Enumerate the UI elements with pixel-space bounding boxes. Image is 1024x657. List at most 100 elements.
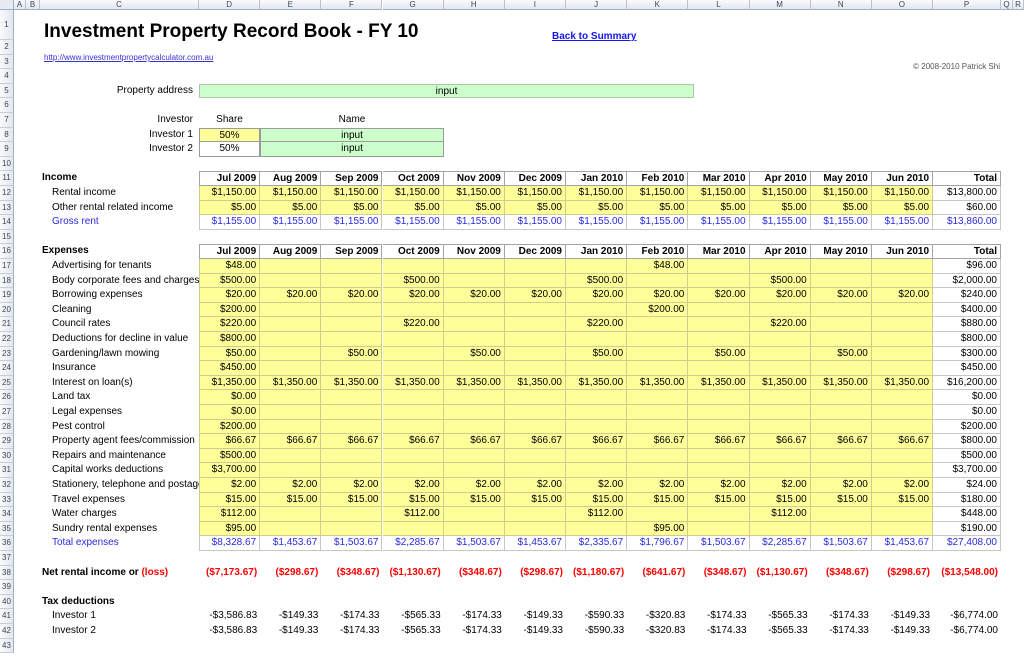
expense-row-cell[interactable]	[750, 361, 811, 376]
expense-row-cell[interactable]	[444, 420, 505, 435]
expense-row-cell[interactable]: $220.00	[750, 317, 811, 332]
expense-row-cell[interactable]: $2.00	[383, 478, 444, 493]
net-rental-cell[interactable]: ($298.67)	[872, 566, 933, 581]
property-address-input[interactable]: input	[199, 84, 694, 99]
expense-row-cell[interactable]	[872, 507, 933, 522]
expense-row-cell[interactable]: $66.67	[811, 434, 872, 449]
row-header-7[interactable]: 7	[0, 113, 14, 128]
income-row-cell[interactable]: $5.00	[750, 201, 811, 216]
expense-row-cell[interactable]: $50.00	[566, 347, 627, 362]
expense-row-cell[interactable]	[444, 463, 505, 478]
income-row-cell[interactable]: $1,150.00	[444, 186, 505, 201]
expense-row-total-cell[interactable]: $24.00	[933, 478, 1001, 493]
expense-row-total-cell[interactable]: $3,700.00	[933, 463, 1001, 478]
row-header-27[interactable]: 27	[0, 405, 14, 420]
expense-row-cell[interactable]: $1,350.00	[321, 376, 382, 391]
total-expenses-cell[interactable]: $2,285.67	[383, 536, 444, 551]
expense-row-cell[interactable]	[750, 420, 811, 435]
expense-row-cell[interactable]: $95.00	[199, 522, 260, 537]
expense-row-cell[interactable]	[321, 507, 382, 522]
expense-row-cell[interactable]	[688, 449, 749, 464]
expense-row-cell[interactable]: $50.00	[688, 347, 749, 362]
expense-row-cell[interactable]: $50.00	[811, 347, 872, 362]
gross-rent-cell[interactable]: $1,155.00	[505, 215, 566, 230]
income-row-cell[interactable]: $5.00	[505, 201, 566, 216]
expense-row-cell[interactable]	[505, 463, 566, 478]
column-header-M[interactable]: M	[750, 0, 811, 10]
column-header-N[interactable]: N	[811, 0, 872, 10]
expense-row-total-cell[interactable]: $800.00	[933, 434, 1001, 449]
expense-row-total-cell[interactable]: $500.00	[933, 449, 1001, 464]
gross-rent-total-cell[interactable]: $13,860.00	[933, 215, 1001, 230]
total-expenses-cell[interactable]: $1,503.67	[688, 536, 749, 551]
expense-row-cell[interactable]: $20.00	[321, 288, 382, 303]
expense-row-cell[interactable]	[321, 522, 382, 537]
expense-row-cell[interactable]: $500.00	[750, 274, 811, 289]
expense-row-cell[interactable]	[505, 259, 566, 274]
income-row-cell[interactable]: $5.00	[872, 201, 933, 216]
row-header-29[interactable]: 29	[0, 434, 14, 449]
gross-rent-cell[interactable]: $1,155.00	[260, 215, 321, 230]
expense-row-cell[interactable]	[505, 522, 566, 537]
column-header-K[interactable]: K	[627, 0, 688, 10]
row-header-36[interactable]: 36	[0, 536, 14, 551]
expense-row-cell[interactable]	[444, 361, 505, 376]
row-header-8[interactable]: 8	[0, 128, 14, 143]
total-expenses-cell[interactable]: $1,453.67	[505, 536, 566, 551]
expense-row-cell[interactable]	[566, 522, 627, 537]
expense-row-cell[interactable]: $112.00	[199, 507, 260, 522]
column-header-P[interactable]: P	[933, 0, 1001, 10]
column-header-R[interactable]: R	[1013, 0, 1024, 10]
expense-row-cell[interactable]: $1,350.00	[566, 376, 627, 391]
column-header-G[interactable]: G	[383, 0, 444, 10]
expense-row-cell[interactable]	[505, 405, 566, 420]
expense-row-cell[interactable]	[444, 332, 505, 347]
expense-row-cell[interactable]	[260, 420, 321, 435]
net-rental-cell[interactable]: ($298.67)	[260, 566, 321, 581]
expense-row-cell[interactable]	[811, 259, 872, 274]
expense-row-cell[interactable]	[688, 259, 749, 274]
expense-row-cell[interactable]: $50.00	[199, 347, 260, 362]
expense-row-cell[interactable]: $50.00	[444, 347, 505, 362]
income-row-cell[interactable]: $5.00	[321, 201, 382, 216]
expense-row-cell[interactable]	[383, 332, 444, 347]
expense-row-cell[interactable]: $48.00	[199, 259, 260, 274]
tax-row-cell[interactable]: -$149.33	[260, 609, 321, 624]
row-header-38[interactable]: 38	[0, 566, 14, 581]
expense-row-cell[interactable]: $66.67	[505, 434, 566, 449]
row-header-1[interactable]: 1	[0, 10, 14, 40]
expense-row-cell[interactable]	[688, 463, 749, 478]
expense-row-cell[interactable]	[627, 463, 688, 478]
expense-row-cell[interactable]	[505, 449, 566, 464]
expense-row-cell[interactable]	[750, 449, 811, 464]
expense-row-cell[interactable]: $15.00	[566, 493, 627, 508]
expense-row-cell[interactable]	[566, 463, 627, 478]
expense-row-cell[interactable]	[688, 332, 749, 347]
expense-row-cell[interactable]	[566, 449, 627, 464]
expense-row-cell[interactable]	[811, 405, 872, 420]
expense-row-cell[interactable]: $1,350.00	[383, 376, 444, 391]
expense-row-cell[interactable]	[505, 303, 566, 318]
expense-row-cell[interactable]	[872, 463, 933, 478]
expense-row-cell[interactable]	[383, 390, 444, 405]
tax-row-cell[interactable]: -$174.33	[444, 624, 505, 639]
expense-row-cell[interactable]: $2.00	[750, 478, 811, 493]
expense-row-cell[interactable]	[444, 317, 505, 332]
expense-row-cell[interactable]: $1,350.00	[505, 376, 566, 391]
total-expenses-cell[interactable]: $1,503.67	[321, 536, 382, 551]
gross-rent-cell[interactable]: $1,155.00	[444, 215, 505, 230]
expense-row-cell[interactable]: $50.00	[321, 347, 382, 362]
row-header-28[interactable]: 28	[0, 420, 14, 435]
income-row-cell[interactable]: $1,150.00	[566, 186, 627, 201]
gross-rent-cell[interactable]: $1,155.00	[566, 215, 627, 230]
expense-row-cell[interactable]	[321, 449, 382, 464]
expense-row-cell[interactable]	[505, 390, 566, 405]
income-row-cell[interactable]: $1,150.00	[505, 186, 566, 201]
row-header-21[interactable]: 21	[0, 317, 14, 332]
expense-row-cell[interactable]	[688, 274, 749, 289]
income-row-total-cell[interactable]: $13,800.00	[933, 186, 1001, 201]
row-header-26[interactable]: 26	[0, 390, 14, 405]
income-row-cell[interactable]: $1,150.00	[688, 186, 749, 201]
expense-row-cell[interactable]	[383, 405, 444, 420]
column-header-E[interactable]: E	[260, 0, 321, 10]
